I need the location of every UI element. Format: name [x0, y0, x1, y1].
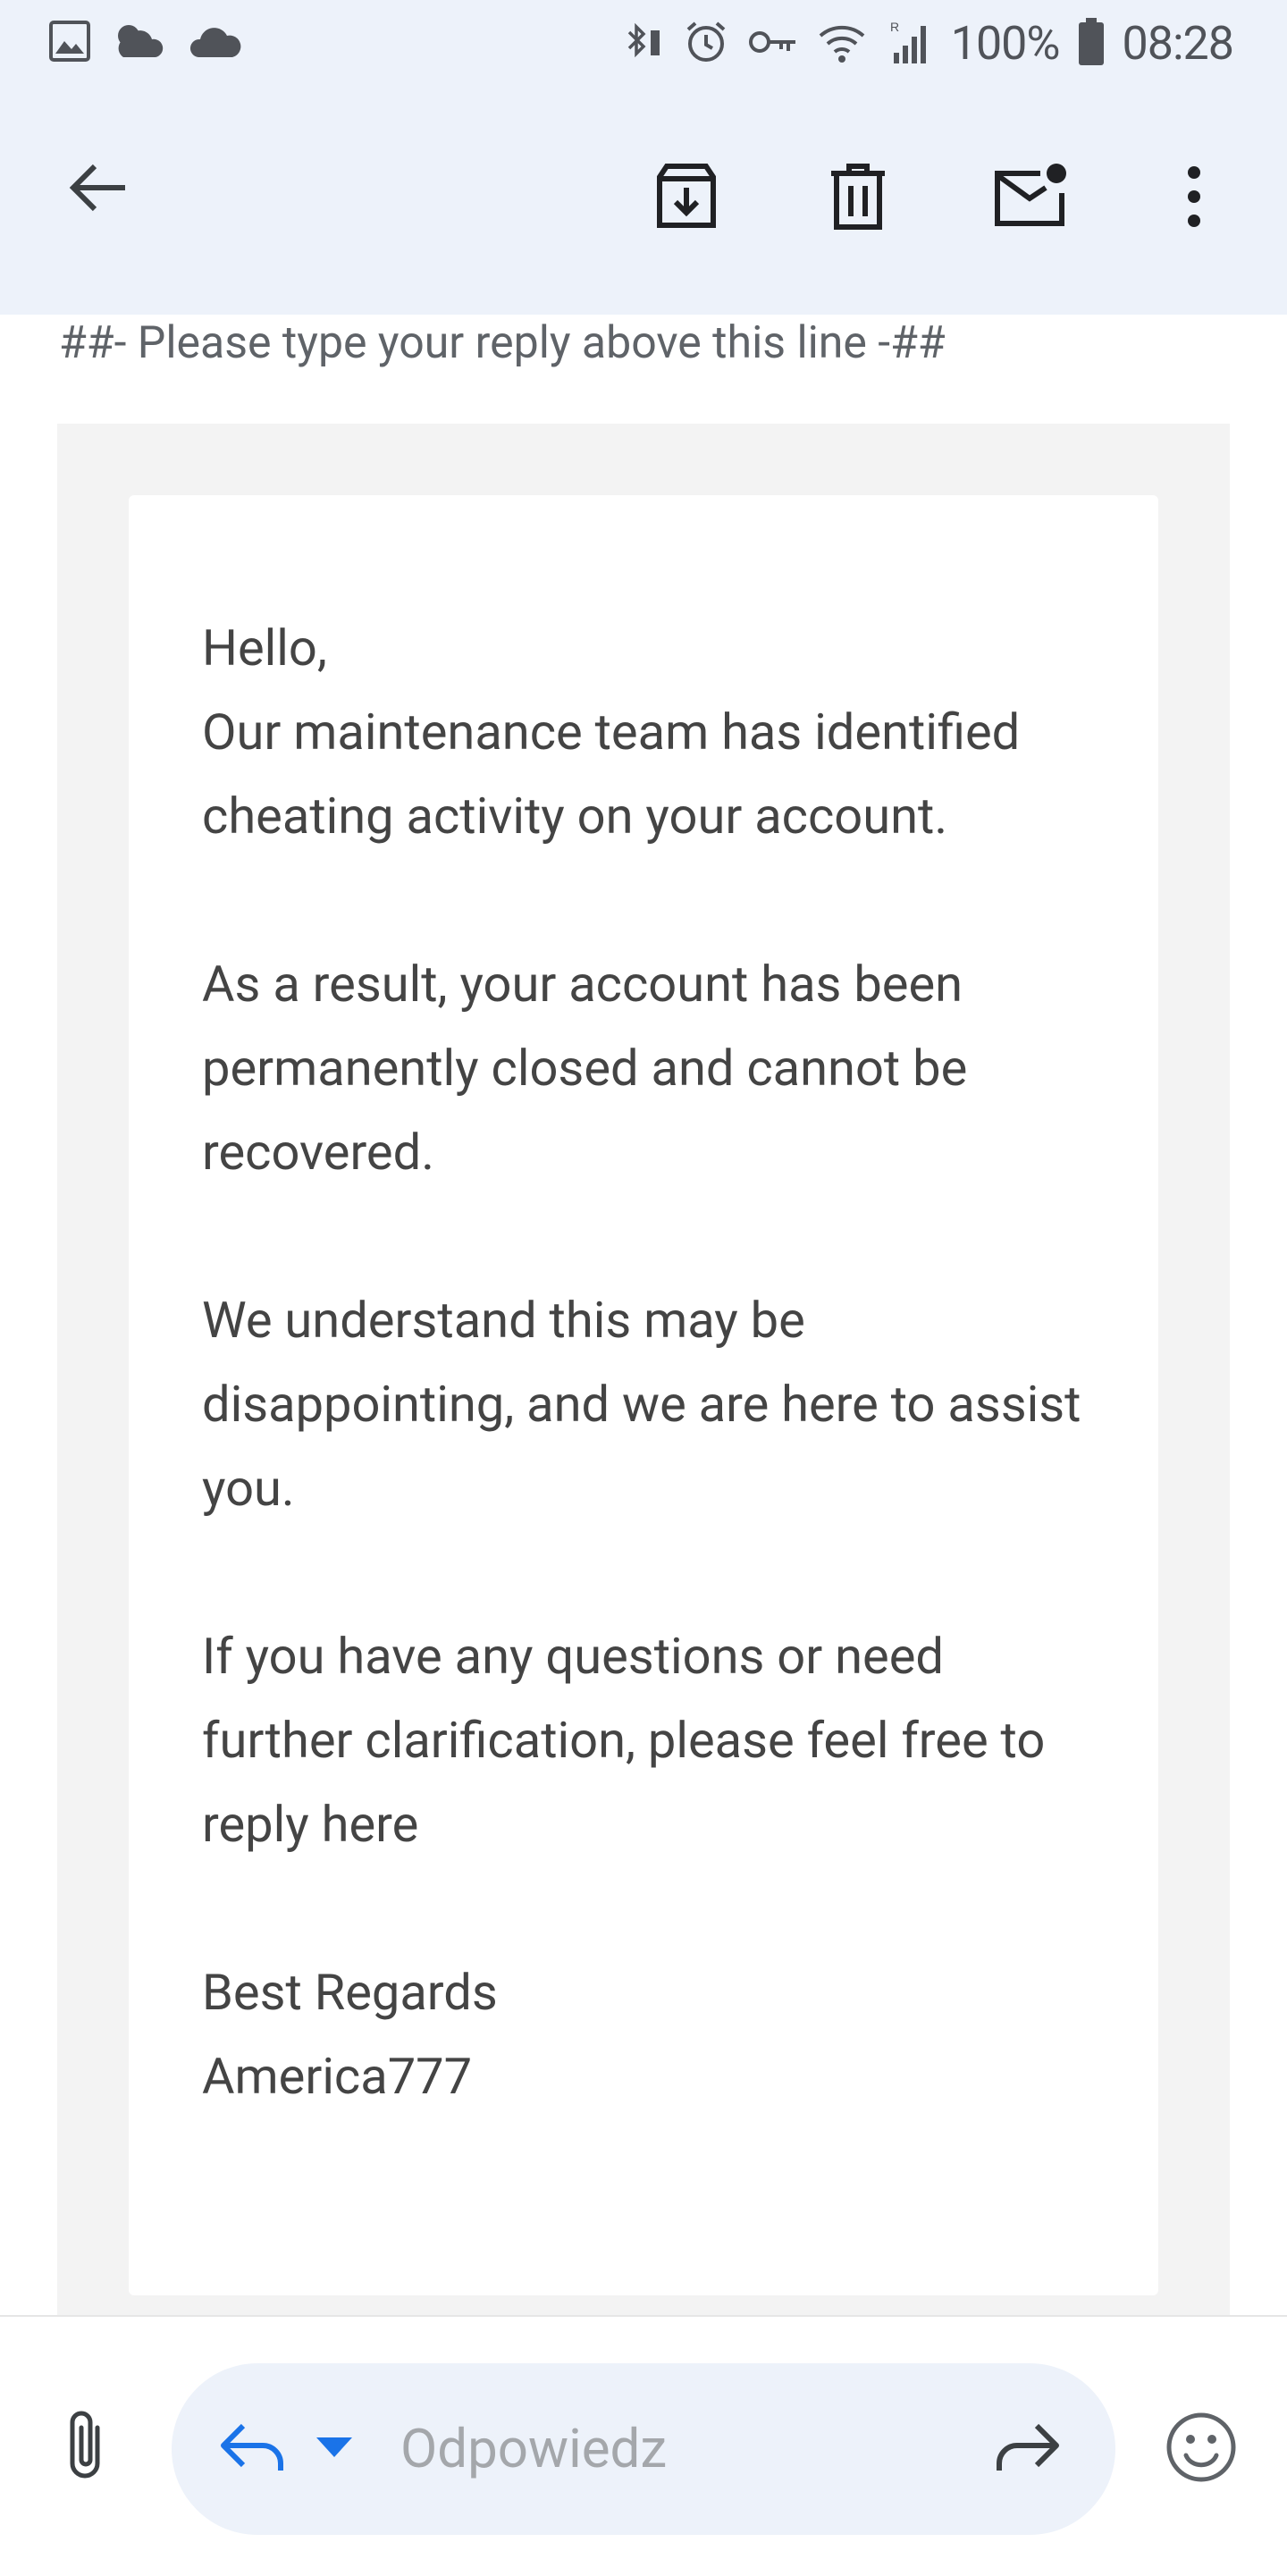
wifi-icon — [817, 20, 869, 68]
reply-icon — [218, 2420, 286, 2478]
weather-icon — [114, 20, 166, 66]
attach-button[interactable] — [45, 2403, 125, 2492]
more-options-button[interactable] — [1149, 154, 1239, 243]
delete-icon — [828, 163, 888, 234]
emoji-icon — [1165, 2411, 1238, 2488]
svg-text:R: R — [890, 20, 899, 34]
reply-placeholder[interactable]: Odpowiedz — [400, 2417, 667, 2481]
emoji-button[interactable] — [1158, 2406, 1244, 2492]
paragraph-text: Our maintenance team has identified chea… — [202, 703, 1021, 846]
app-bar — [0, 89, 1287, 315]
email-card: Hello, Our maintenance team has identifi… — [129, 495, 1158, 2295]
mark-unread-icon — [992, 163, 1067, 234]
image-icon — [48, 20, 91, 66]
caret-down-icon — [316, 2437, 352, 2461]
status-bar: R 100% 08:28 — [0, 0, 1287, 89]
paragraph-text: As a result, your account has been perma… — [202, 955, 968, 1182]
delete-button[interactable] — [813, 154, 903, 243]
reply-marker: ##- Please type your reply above this li… — [59, 317, 946, 369]
forward-button[interactable] — [992, 2413, 1064, 2485]
email-message: Hello, Our maintenance team has identifi… — [202, 606, 1096, 2118]
vpn-key-icon — [747, 24, 799, 63]
back-button[interactable] — [54, 145, 143, 234]
clock: 08:28 — [1122, 16, 1234, 71]
reply-options-dropdown[interactable] — [316, 2435, 352, 2463]
battery-percent: 100% — [950, 16, 1061, 71]
paperclip-icon — [63, 2408, 106, 2487]
signoff-line: Best Regards — [202, 1963, 498, 2022]
bottom-reply-bar: Odpowiedz — [0, 2315, 1287, 2576]
mark-unread-button[interactable] — [985, 154, 1074, 243]
arrow-back-icon — [66, 156, 130, 223]
signal-icon: R — [887, 19, 933, 69]
archive-button[interactable] — [642, 154, 731, 243]
archive-icon — [652, 163, 720, 234]
more-vert-icon — [1185, 165, 1203, 232]
email-body-frame: Hello, Our maintenance team has identifi… — [57, 424, 1230, 2315]
greeting-line: Hello, — [202, 619, 327, 678]
reply-box[interactable]: Odpowiedz — [172, 2363, 1115, 2535]
sender-name: America777 — [202, 2047, 473, 2106]
forward-icon — [994, 2420, 1062, 2478]
paragraph-text: We understand this may be disappointing,… — [202, 1291, 1081, 1518]
battery-icon — [1078, 17, 1105, 70]
bluetooth-icon — [617, 18, 665, 70]
cloud-icon — [189, 23, 241, 63]
paragraph-text: If you have any questions or need furthe… — [202, 1627, 1046, 1854]
reply-button[interactable] — [216, 2413, 288, 2485]
alarm-icon — [683, 19, 729, 69]
